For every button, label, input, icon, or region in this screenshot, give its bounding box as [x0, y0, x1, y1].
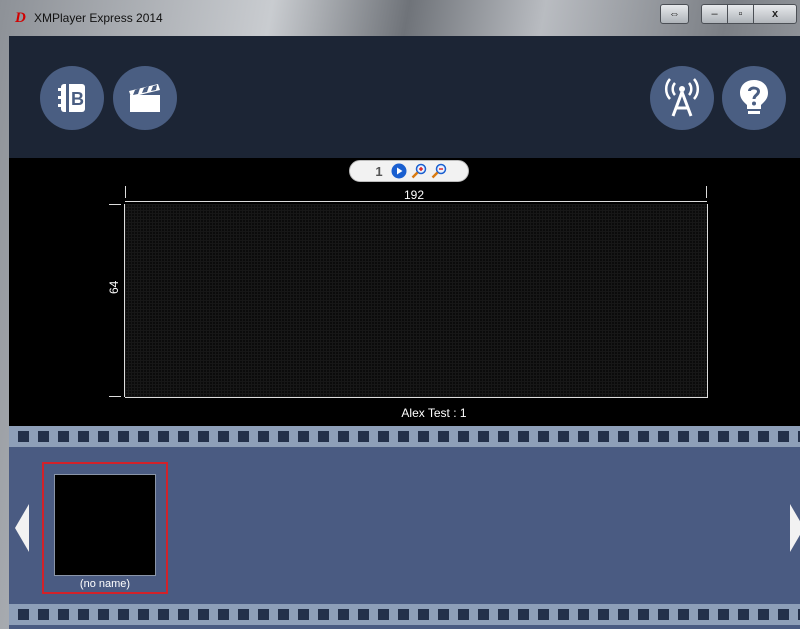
- app-client-area: B 1 192 64 Alex Test: 1 (no name): [9, 36, 800, 629]
- help-button[interactable]: [722, 66, 786, 130]
- one-to-one-icon: 1: [375, 163, 383, 179]
- scroll-left-arrow-icon[interactable]: [15, 504, 29, 552]
- display-height-label: 64: [107, 280, 121, 294]
- display-mini-toolbar: 1: [349, 160, 469, 182]
- contacts-book-button[interactable]: B: [40, 66, 104, 130]
- grid-right-border: [707, 204, 708, 398]
- broadcast-tower-icon: [665, 78, 699, 117]
- play-circle-icon: [391, 163, 407, 179]
- filmstrip-sprockets-bottom: [9, 604, 800, 625]
- scroll-right-arrow-icon[interactable]: [790, 504, 800, 552]
- height-dimension-tick-bottom: [109, 396, 121, 397]
- actual-size-button[interactable]: 1: [371, 163, 388, 180]
- zoom-in-button[interactable]: [411, 163, 428, 180]
- close-button[interactable]: x: [753, 4, 797, 24]
- width-dimension-tick-right: [706, 186, 707, 198]
- filmstrip-item-thumbnail: [54, 474, 156, 576]
- title-bar: D XMPlayer Express 2014 ⇔ – ▫ x: [0, 0, 800, 36]
- maximize-button[interactable]: ▫: [727, 4, 754, 24]
- window-controls: – ▫ x: [701, 4, 797, 24]
- filmstrip: (no name): [9, 426, 800, 629]
- play-button[interactable]: [391, 163, 408, 180]
- filmstrip-item[interactable]: (no name): [42, 462, 168, 594]
- filmstrip-sprockets-top: [9, 426, 800, 447]
- display-caption: Alex Test : 1: [401, 406, 467, 420]
- zoom-out-button[interactable]: [431, 163, 448, 180]
- grid-bottom-border: [125, 397, 707, 398]
- main-toolbar: B: [9, 36, 800, 158]
- width-dimension-line: [125, 201, 707, 202]
- zoom-out-icon: [431, 163, 447, 179]
- zoom-in-icon: [411, 163, 427, 179]
- display-width-label: 192: [404, 188, 425, 202]
- display-preview-area: 1 192 64 Alex Test: 1: [9, 158, 800, 426]
- svg-text:B: B: [71, 89, 84, 109]
- minimize-button[interactable]: –: [701, 4, 728, 24]
- led-display-grid[interactable]: [125, 204, 708, 398]
- window-title: XMPlayer Express 2014: [34, 11, 163, 25]
- swap-window-button[interactable]: ⇔: [660, 4, 689, 24]
- height-dimension-tick-top: [109, 204, 121, 205]
- clapperboard-button[interactable]: [113, 66, 177, 130]
- app-logo-icon: D: [15, 10, 26, 26]
- width-dimension-tick-left: [125, 186, 126, 198]
- filmstrip-item-label: (no name): [79, 578, 131, 590]
- help-icon: [740, 80, 768, 114]
- contacts-book-icon: B: [58, 84, 85, 112]
- clapperboard-icon: [129, 84, 160, 112]
- broadcast-button[interactable]: [650, 66, 714, 130]
